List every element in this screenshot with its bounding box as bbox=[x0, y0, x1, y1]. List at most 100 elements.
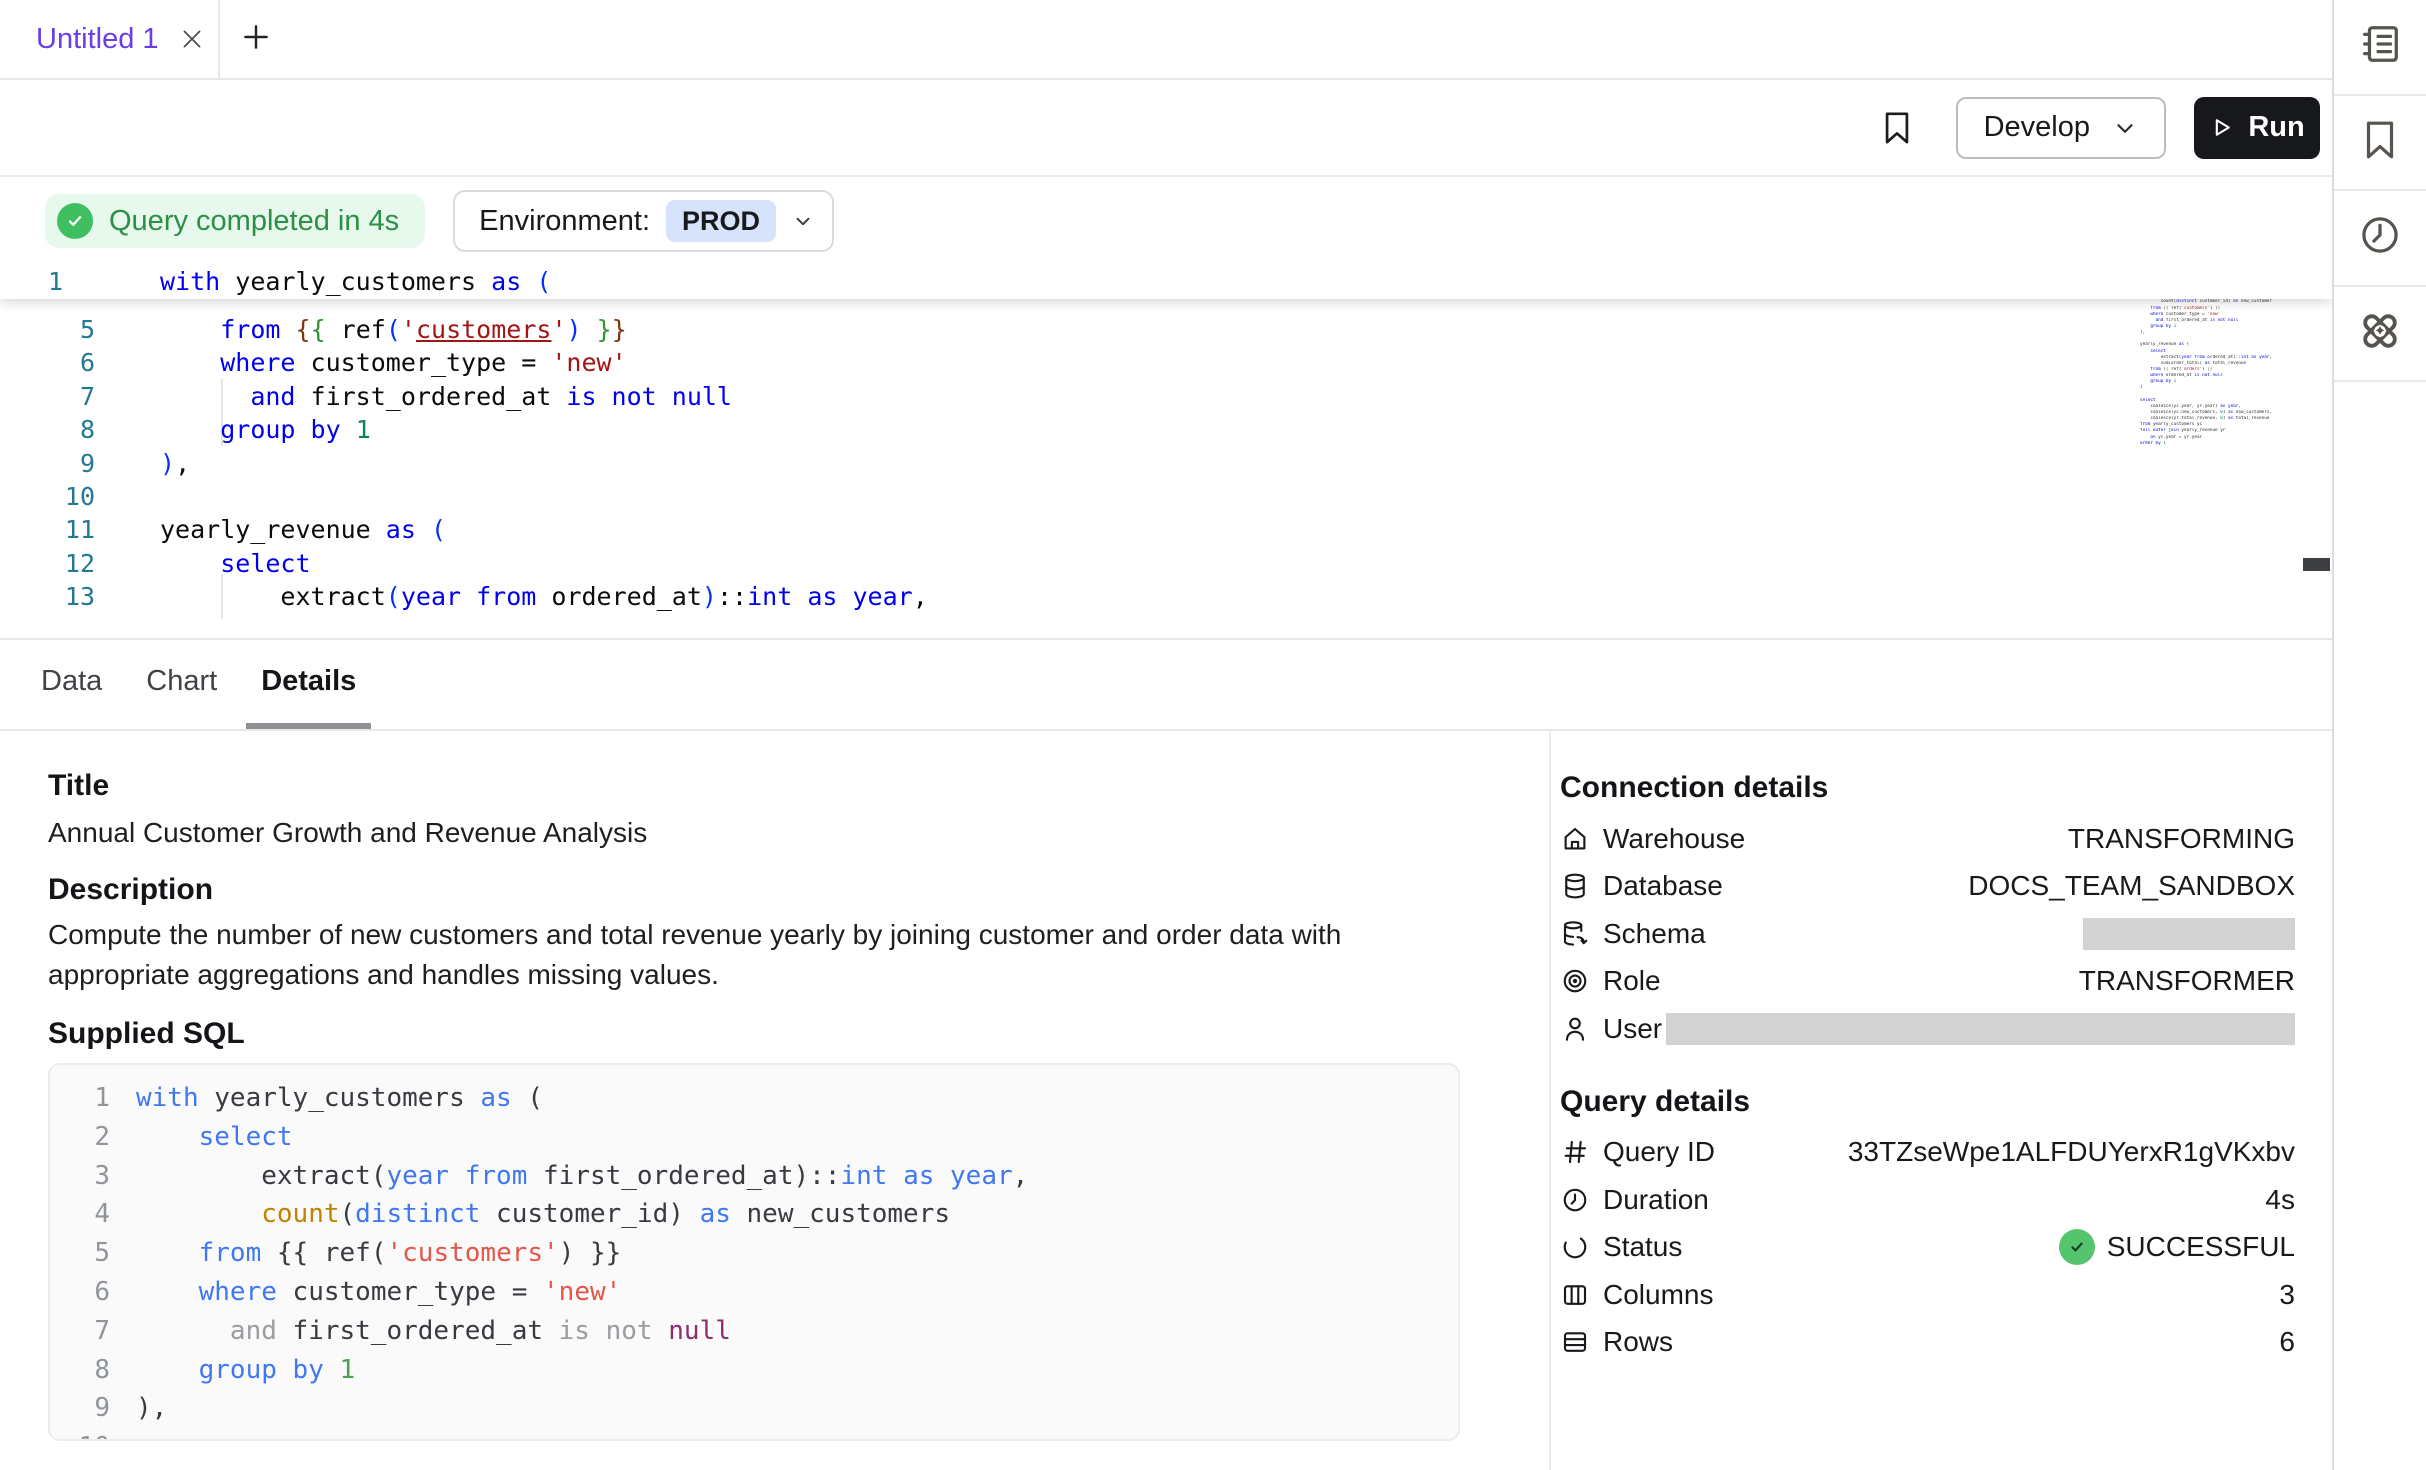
hash-icon bbox=[1560, 1137, 1590, 1167]
environment-label: Environment: bbox=[479, 205, 650, 238]
bookmark-icon bbox=[2357, 117, 2403, 168]
line-number: 8 bbox=[0, 413, 95, 446]
query-details-heading: Query details bbox=[1560, 1085, 2295, 1119]
run-button[interactable]: Run bbox=[2194, 97, 2320, 159]
history-icon bbox=[2357, 212, 2403, 263]
line-number: 7 bbox=[76, 1312, 110, 1351]
code-line: 5 from {{ ref('customers') }} bbox=[76, 1234, 1458, 1273]
line-number: 9 bbox=[76, 1389, 110, 1428]
sticky-line[interactable]: 1 with yearly_customers as ( bbox=[0, 265, 2332, 299]
detail-label: Columns bbox=[1603, 1279, 1713, 1311]
detail-row: Rows 6 bbox=[1560, 1319, 2295, 1367]
query-status-pill: Query completed in 4s bbox=[45, 194, 425, 248]
detail-row: RoleTRANSFORMER bbox=[1560, 958, 2295, 1006]
right-icon-rail bbox=[2332, 0, 2426, 1470]
sidebar-ai-assistant-button[interactable] bbox=[2334, 287, 2426, 383]
bookmark-icon bbox=[1880, 109, 1914, 147]
detail-value: 33TZseWpe1ALFDUYerxR1gVKxbv bbox=[1848, 1136, 2295, 1168]
sidebar-bookmark-button[interactable] bbox=[2334, 96, 2426, 192]
line-number: 2 bbox=[76, 1118, 110, 1157]
code-line[interactable]: 11yearly_revenue as ( bbox=[0, 513, 2332, 546]
close-icon[interactable] bbox=[179, 26, 205, 52]
code-line: 7 and first_ordered_at is not null bbox=[76, 1312, 1458, 1351]
detail-row: WarehouseTRANSFORMING bbox=[1560, 815, 2295, 863]
sidebar-journal-button[interactable] bbox=[2334, 0, 2426, 96]
code-line: 9), bbox=[76, 1389, 1458, 1428]
redacted-value bbox=[2083, 918, 2295, 950]
detail-row: Duration4s bbox=[1560, 1176, 2295, 1224]
tab-untitled-1[interactable]: Untitled 1 bbox=[0, 0, 220, 78]
detail-label: Status bbox=[1603, 1231, 1682, 1263]
detail-value: 4s bbox=[2265, 1184, 2295, 1216]
detail-row: DatabaseDOCS_TEAM_SANDBOX bbox=[1560, 863, 2295, 911]
code-line: 4 count(distinct customer_id) as new_cus… bbox=[76, 1195, 1458, 1234]
detail-row: Columns3 bbox=[1560, 1271, 2295, 1319]
line-number: 10 bbox=[76, 1428, 110, 1441]
detail-value: TRANSFORMER bbox=[2079, 965, 2295, 997]
chevron-down-icon bbox=[792, 210, 814, 232]
play-icon bbox=[2209, 115, 2234, 140]
code-line[interactable]: 8 group by 1 bbox=[0, 413, 2332, 446]
detail-label: Schema bbox=[1603, 918, 1706, 950]
code-line[interactable]: 5 from {{ ref('customers') }} bbox=[0, 313, 2332, 346]
app-root: Untitled 1 Develop Run bbox=[0, 0, 2426, 1470]
detail-label: Database bbox=[1603, 870, 1723, 902]
environment-badge: PROD bbox=[666, 200, 776, 242]
detail-value: TRANSFORMING bbox=[2068, 823, 2295, 855]
schema-icon bbox=[1560, 919, 1590, 949]
columns-icon bbox=[1560, 1280, 1590, 1310]
line-number: 11 bbox=[0, 513, 95, 546]
detail-label: Rows bbox=[1603, 1326, 1673, 1358]
tab-title: Untitled 1 bbox=[36, 23, 159, 56]
code-line[interactable]: 9), bbox=[0, 447, 2332, 480]
editor-toolbar: Develop Run bbox=[0, 80, 2332, 177]
journal-icon bbox=[2357, 21, 2403, 72]
bookmark-button[interactable] bbox=[1880, 109, 1914, 147]
new-tab-button[interactable] bbox=[220, 0, 292, 78]
line-number: 8 bbox=[76, 1351, 110, 1390]
user-icon bbox=[1560, 1014, 1590, 1044]
detail-row: Schema bbox=[1560, 910, 2295, 958]
status-success-badge: SUCCESSFUL bbox=[2059, 1229, 2295, 1265]
code-line[interactable]: 12 select bbox=[0, 547, 2332, 580]
tab-details[interactable]: Details bbox=[246, 640, 371, 729]
develop-dropdown[interactable]: Develop bbox=[1956, 97, 2166, 159]
description-value: Compute the number of new customers and … bbox=[48, 915, 1410, 995]
details-left-column: Title Annual Customer Growth and Revenue… bbox=[0, 731, 1551, 1470]
scrollbar-cursor-marker[interactable] bbox=[2303, 558, 2330, 571]
sidebar-history-button[interactable] bbox=[2334, 191, 2426, 287]
environment-selector[interactable]: Environment: PROD bbox=[453, 190, 834, 252]
detail-row: Query ID33TZseWpe1ALFDUYerxR1gVKxbv bbox=[1560, 1129, 2295, 1177]
tab-data[interactable]: Data bbox=[26, 640, 117, 729]
connection-details-rows: WarehouseTRANSFORMINGDatabaseDOCS_TEAM_S… bbox=[1560, 815, 2295, 1053]
tab-bar: Untitled 1 bbox=[0, 0, 2332, 80]
warehouse-icon bbox=[1560, 824, 1590, 854]
line-number: 1 bbox=[0, 265, 95, 299]
status-row: Query completed in 4s Environment: PROD bbox=[0, 177, 2332, 265]
code-line[interactable]: 7 and first_ordered_at is not null bbox=[0, 380, 2332, 413]
line-number: 6 bbox=[76, 1273, 110, 1312]
loader-icon bbox=[1560, 1232, 1590, 1262]
line-number: 1 bbox=[76, 1079, 110, 1118]
detail-label: User bbox=[1603, 1013, 1662, 1045]
code-line[interactable]: 10 bbox=[0, 480, 2332, 513]
code-line: 3 extract(year from first_ordered_at)::i… bbox=[76, 1157, 1458, 1196]
description-heading: Description bbox=[48, 873, 1549, 907]
check-circle-icon bbox=[2059, 1229, 2095, 1265]
code-line[interactable]: 6 where customer_type = 'new' bbox=[0, 346, 2332, 379]
line-number: 4 bbox=[76, 1195, 110, 1234]
detail-value: 6 bbox=[2279, 1326, 2295, 1358]
code-line: 8 group by 1 bbox=[76, 1351, 1458, 1390]
ai-assistant-icon bbox=[2357, 308, 2403, 359]
line-number: 7 bbox=[0, 380, 95, 413]
tab-chart[interactable]: Chart bbox=[131, 640, 232, 729]
plus-icon bbox=[240, 21, 272, 58]
chevron-down-icon bbox=[2112, 115, 2138, 141]
database-icon bbox=[1560, 871, 1590, 901]
minimap[interactable]: with yearly_customers as ( select extrac… bbox=[2140, 281, 2272, 447]
sticky-code: with yearly_customers as ( bbox=[160, 265, 551, 299]
sql-editor[interactable]: 5 from {{ ref('customers') }}6 where cus… bbox=[0, 265, 2332, 640]
line-number: 10 bbox=[0, 480, 95, 513]
line-number: 12 bbox=[0, 547, 95, 580]
code-line[interactable]: 13 extract(year from ordered_at)::int as… bbox=[0, 580, 2332, 613]
